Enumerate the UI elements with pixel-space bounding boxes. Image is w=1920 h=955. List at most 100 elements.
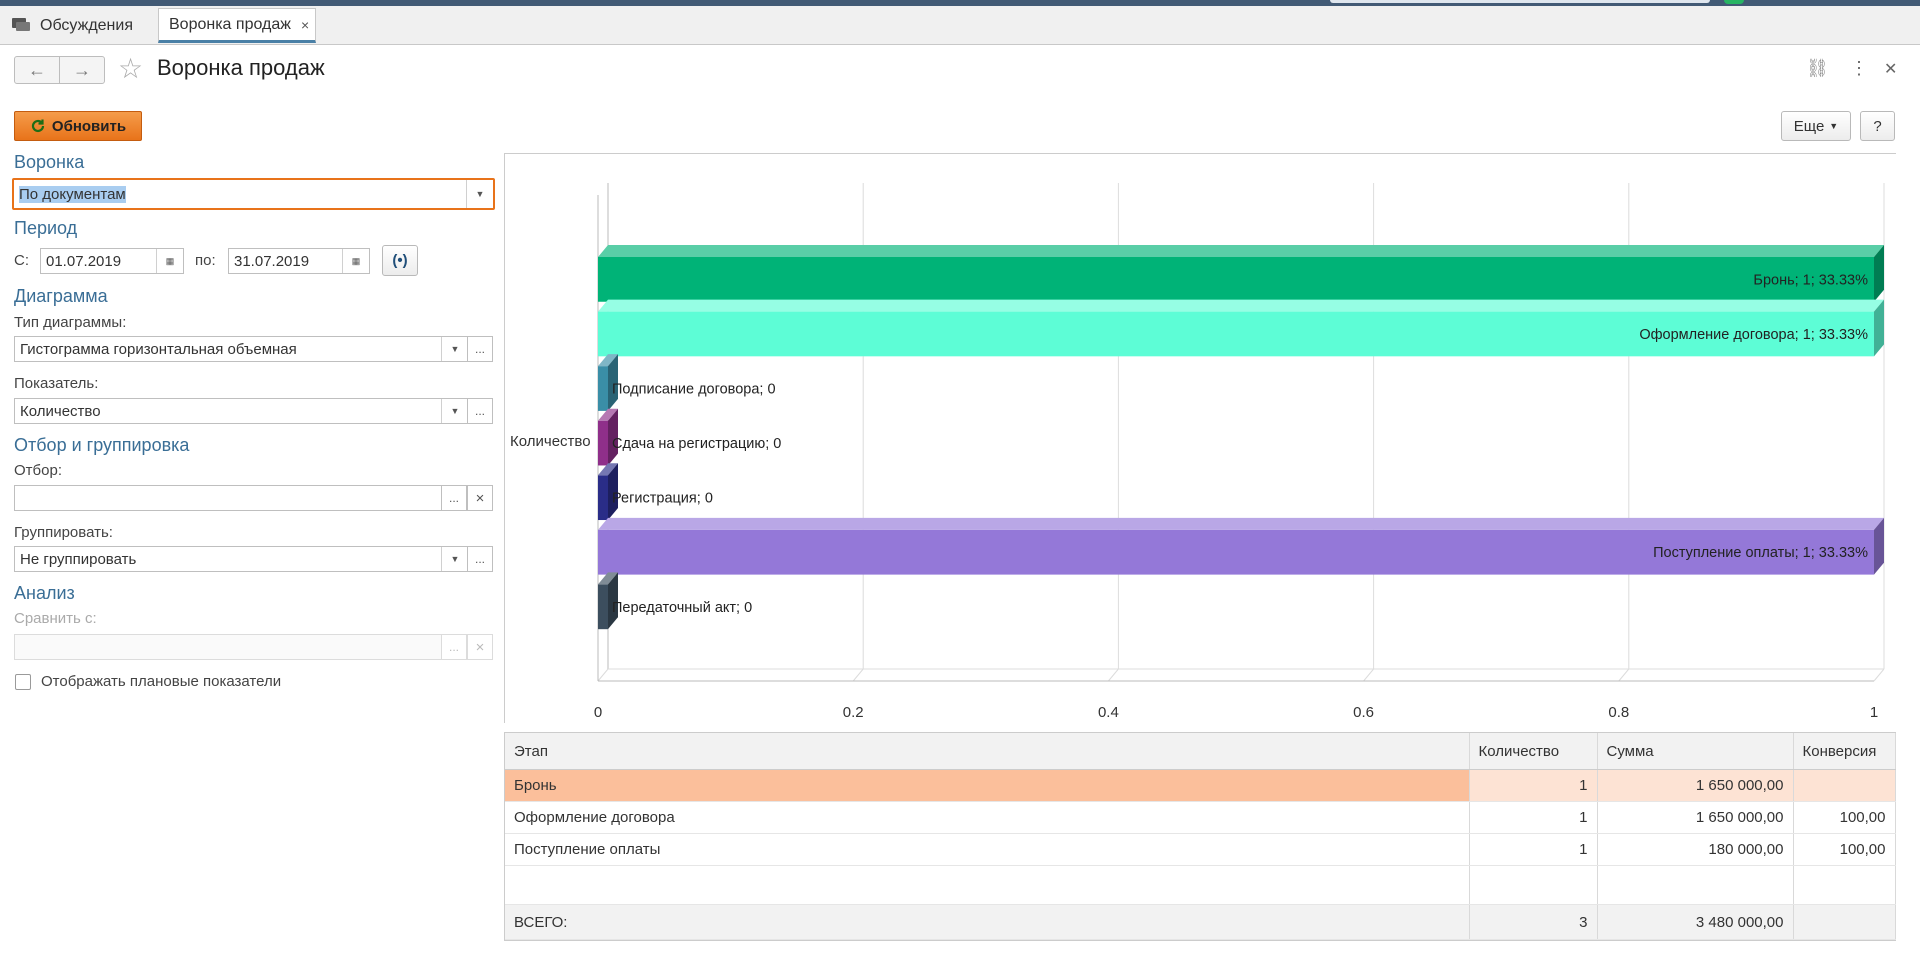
group-choose-button[interactable]: ... (467, 546, 493, 572)
forward-button[interactable]: → (59, 56, 105, 84)
tab-discussions[interactable]: Обсуждения (0, 8, 152, 43)
indicator-select[interactable]: Количество ▼ (14, 398, 469, 424)
more-actions-label: Еще (1793, 117, 1825, 135)
data-label: Бронь; 1; 33.33% (1753, 272, 1868, 288)
column-header-conversion[interactable]: Конверсия (1793, 733, 1896, 770)
close-icon[interactable]: ✕ (1884, 59, 1897, 79)
column-header-stage[interactable]: Этап (505, 733, 1470, 770)
calendar-icon[interactable]: ▦ (156, 249, 183, 273)
date-from-value: 01.07.2019 (46, 252, 122, 270)
arrow-left-icon: ← (28, 59, 46, 80)
table-total-row: ВСЕГО: 3 3 480 000,00 (505, 904, 1896, 940)
compare-label: Сравнить с: (14, 610, 97, 627)
funnel-table: Этап Количество Сумма Конверсия Бронь 1 … (504, 732, 1896, 941)
x-tick-label: 0 (594, 704, 602, 721)
refresh-button[interactable]: Обновить (14, 111, 142, 141)
group-value: Не группировать (20, 550, 137, 568)
indicator-choose-button[interactable]: ... (467, 398, 493, 424)
tab-sales-funnel[interactable]: Воронка продаж × (158, 8, 316, 43)
chat-icon (12, 17, 30, 31)
analysis-section-title: Анализ (14, 583, 75, 603)
refresh-label: Обновить (51, 117, 127, 135)
conversion-cell (1793, 769, 1896, 802)
filter-field[interactable] (14, 485, 443, 511)
bar-top (598, 245, 1884, 257)
global-search-field[interactable] (1330, 0, 1710, 3)
back-button[interactable]: ← (14, 56, 60, 84)
period-select-button[interactable]: (•) (382, 245, 418, 276)
chart-type-label: Тип диаграммы: (14, 314, 127, 331)
stage-cell: Оформление договора (505, 801, 1470, 834)
column-header-sum[interactable]: Сумма (1597, 733, 1794, 770)
x-tick-label: 0.6 (1353, 704, 1374, 721)
chevron-down-icon[interactable]: ▼ (441, 547, 468, 571)
gridline-floor (1873, 668, 1885, 682)
chart-bars (598, 245, 1884, 630)
gridline-floor (1108, 668, 1119, 682)
sum-cell: 1 650 000,00 (1597, 769, 1794, 802)
funnel-value: По документам (19, 185, 126, 203)
diagram-section-title: Диаграмма (14, 286, 108, 306)
chart-type-select[interactable]: Гистограмма горизонтальная объемная ▼ (14, 336, 469, 362)
total-sum-cell: 3 480 000,00 (1597, 904, 1794, 940)
chart-type-value: Гистограмма горизонтальная объемная (20, 340, 297, 358)
more-actions-button[interactable]: Еще ▼ (1781, 111, 1851, 141)
count-cell: 1 (1469, 833, 1598, 866)
gridline-floor (1618, 668, 1630, 682)
date-to-field[interactable]: 31.07.2019 ▦ (228, 248, 370, 274)
funnel-chart: 0 0.2 0.4 0.6 0.8 1 Количество Бронь; 1; 33.33… (510, 183, 1885, 721)
bar (598, 584, 608, 630)
sum-cell: 180 000,00 (1597, 833, 1794, 866)
table-header-row: Этап Количество Сумма Конверсия (505, 733, 1896, 770)
date-to-label: по: (195, 252, 216, 269)
stage-cell: Поступление оплаты (505, 833, 1470, 866)
chevron-down-icon: ▼ (1829, 121, 1839, 131)
table-row[interactable]: Оформление договора 1 1 650 000,00 100,0… (505, 801, 1896, 834)
filter-choose-button[interactable]: ... (441, 485, 467, 511)
chart-type-choose-button[interactable]: ... (467, 336, 493, 362)
compare-field (14, 634, 443, 660)
tab-bar: Обсуждения Воронка продаж × (0, 6, 1920, 45)
column-header-count[interactable]: Количество (1469, 733, 1598, 770)
show-plan-checkbox[interactable] (15, 674, 31, 690)
help-button[interactable]: ? (1860, 111, 1895, 141)
group-select[interactable]: Не группировать ▼ (14, 546, 469, 572)
data-label: Поступление оплаты; 1; 33.33% (1653, 545, 1868, 561)
page-title: Воронка продаж (157, 55, 325, 80)
indicator-label: Показатель: (14, 375, 99, 392)
gridline-floor (597, 668, 609, 682)
filter-clear-icon[interactable]: × (467, 485, 493, 511)
date-from-field[interactable]: 01.07.2019 ▦ (40, 248, 184, 274)
funnel-section-title: Воронка (14, 152, 85, 172)
x-tick-label: 0.8 (1608, 704, 1629, 721)
count-cell: 1 (1469, 769, 1598, 802)
calendar-icon[interactable]: ▦ (342, 249, 369, 273)
more-vertical-icon[interactable]: ⋮ (1850, 58, 1868, 79)
total-label-cell: ВСЕГО: (505, 904, 1470, 940)
total-conversion-cell (1793, 904, 1896, 940)
table-row[interactable]: Бронь 1 1 650 000,00 (505, 769, 1896, 802)
compare-choose-button: ... (441, 634, 467, 660)
indicator-value: Количество (20, 402, 101, 420)
data-label: Регистрация; 0 (612, 491, 713, 507)
funnel-select[interactable]: По документам ▼ (12, 178, 495, 210)
table-row[interactable]: Поступление оплаты 1 180 000,00 100,00 (505, 833, 1896, 866)
compare-clear-icon: × (467, 634, 493, 660)
category-axis-label: Количество (510, 433, 591, 450)
tab-label: Обсуждения (40, 16, 133, 34)
gridline-floor (1363, 668, 1374, 682)
x-tick-label: 1 (1870, 704, 1878, 721)
favorite-star-icon[interactable]: ☆ (118, 52, 143, 85)
data-label: Оформление договора; 1; 33.33% (1639, 327, 1868, 343)
chevron-down-icon[interactable]: ▼ (441, 399, 468, 423)
x-tick-label: 0.4 (1098, 704, 1119, 721)
table-empty-row (505, 865, 1896, 905)
filter-section-title: Отбор и группировка (14, 435, 190, 455)
link-icon[interactable]: ⛓ (1806, 58, 1829, 79)
chevron-down-icon[interactable]: ▼ (441, 337, 468, 361)
tab-close-icon[interactable]: × (301, 17, 309, 33)
chevron-down-icon[interactable]: ▼ (466, 180, 493, 208)
gridline-floor (852, 668, 864, 682)
data-label: Подписание договора; 0 (612, 382, 776, 398)
arrow-right-icon: → (73, 59, 91, 80)
